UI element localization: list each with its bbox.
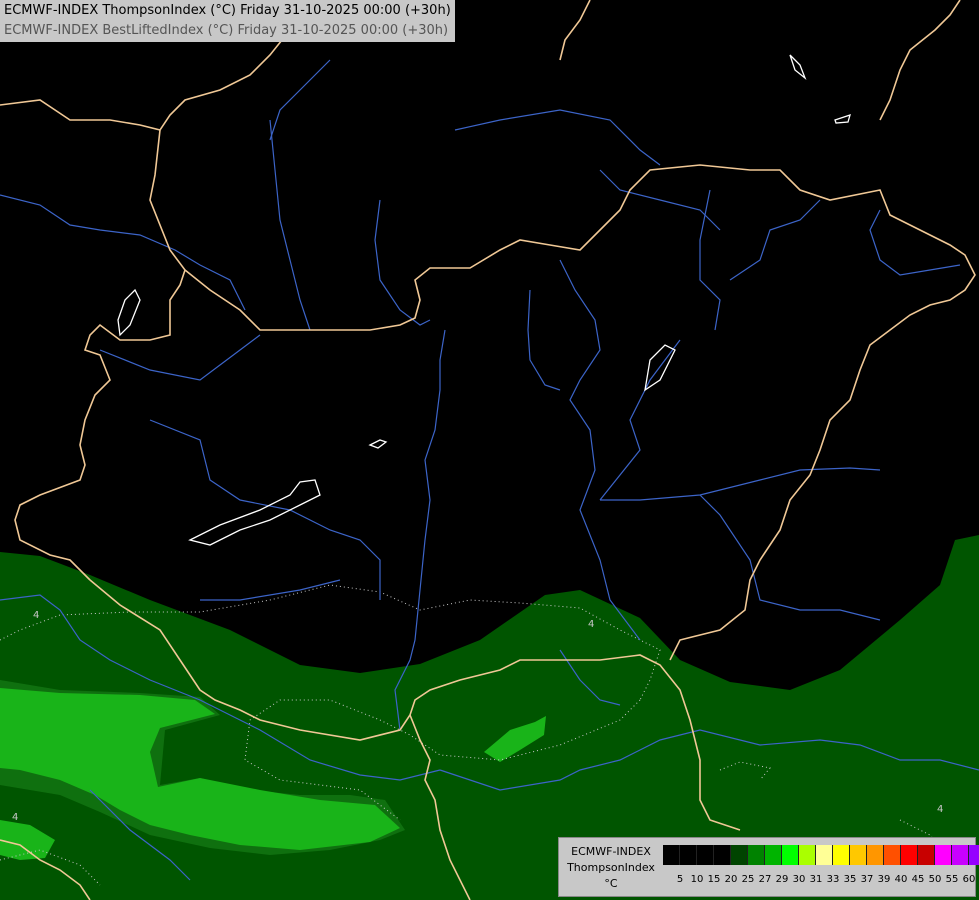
legend-tick-label: 30 <box>792 874 806 885</box>
legend-swatch <box>952 845 969 865</box>
legend-swatch <box>833 845 850 865</box>
legend-swatch <box>663 845 680 865</box>
legend-tick-label: 60 <box>962 874 976 885</box>
legend-swatch <box>782 845 799 865</box>
legend-tick-label: 33 <box>826 874 840 885</box>
legend-unit: °C <box>604 877 618 890</box>
legend-parameter: ThompsonIndex <box>567 861 655 874</box>
legend-swatch <box>867 845 884 865</box>
legend-swatch <box>884 845 901 865</box>
legend-swatch <box>697 845 714 865</box>
map-title-box: ECMWF-INDEX ThompsonIndex (°C) Friday 31… <box>0 0 455 42</box>
legend-title: ECMWF-INDEX ThompsonIndex °C <box>559 844 663 892</box>
legend-tick-label: 29 <box>775 874 789 885</box>
legend-swatch <box>799 845 816 865</box>
legend-tick-label: 39 <box>877 874 891 885</box>
contour-label: 4 <box>588 619 594 630</box>
legend-tick-label: 31 <box>809 874 823 885</box>
legend-swatch <box>748 845 765 865</box>
legend-swatch <box>680 845 697 865</box>
title-thompson-index: ECMWF-INDEX ThompsonIndex (°C) Friday 31… <box>4 3 451 18</box>
contour-label: 4 <box>33 610 39 621</box>
legend-swatch <box>901 845 918 865</box>
legend-swatch <box>850 845 867 865</box>
legend-tick-label: 55 <box>945 874 959 885</box>
legend-tick-label: 35 <box>843 874 857 885</box>
legend-swatch <box>731 845 748 865</box>
color-legend: ECMWF-INDEX ThompsonIndex °C 5 10 15 20 25 27… <box>558 837 979 897</box>
legend-swatch <box>765 845 782 865</box>
weather-map: 4 4 4 4 <box>0 0 979 900</box>
contour-label: 4 <box>937 804 943 815</box>
legend-swatch <box>969 845 979 865</box>
title-best-lifted-index: ECMWF-INDEX BestLiftedIndex (°C) Friday … <box>4 23 449 38</box>
legend-swatch <box>935 845 952 865</box>
legend-swatch <box>816 845 833 865</box>
legend-tick-label: 5 <box>676 874 684 885</box>
legend-ticks: 5 10 15 20 25 27 29 30 31 33 35 37 39 40 45 50 55 60 <box>663 874 976 888</box>
contour-label: 4 <box>12 812 18 823</box>
legend-tick-label: 45 <box>911 874 925 885</box>
legend-tick-label: 20 <box>724 874 738 885</box>
legend-swatches <box>663 845 979 865</box>
legend-tick-label: 40 <box>894 874 908 885</box>
legend-tick-label: 25 <box>741 874 755 885</box>
legend-tick-label: 37 <box>860 874 874 885</box>
legend-tick-label: 27 <box>758 874 772 885</box>
legend-swatch <box>918 845 935 865</box>
legend-tick-label: 15 <box>707 874 721 885</box>
legend-tick-label: 50 <box>928 874 942 885</box>
legend-tick-label: 10 <box>690 874 704 885</box>
legend-swatch <box>714 845 731 865</box>
legend-model: ECMWF-INDEX <box>571 845 651 858</box>
